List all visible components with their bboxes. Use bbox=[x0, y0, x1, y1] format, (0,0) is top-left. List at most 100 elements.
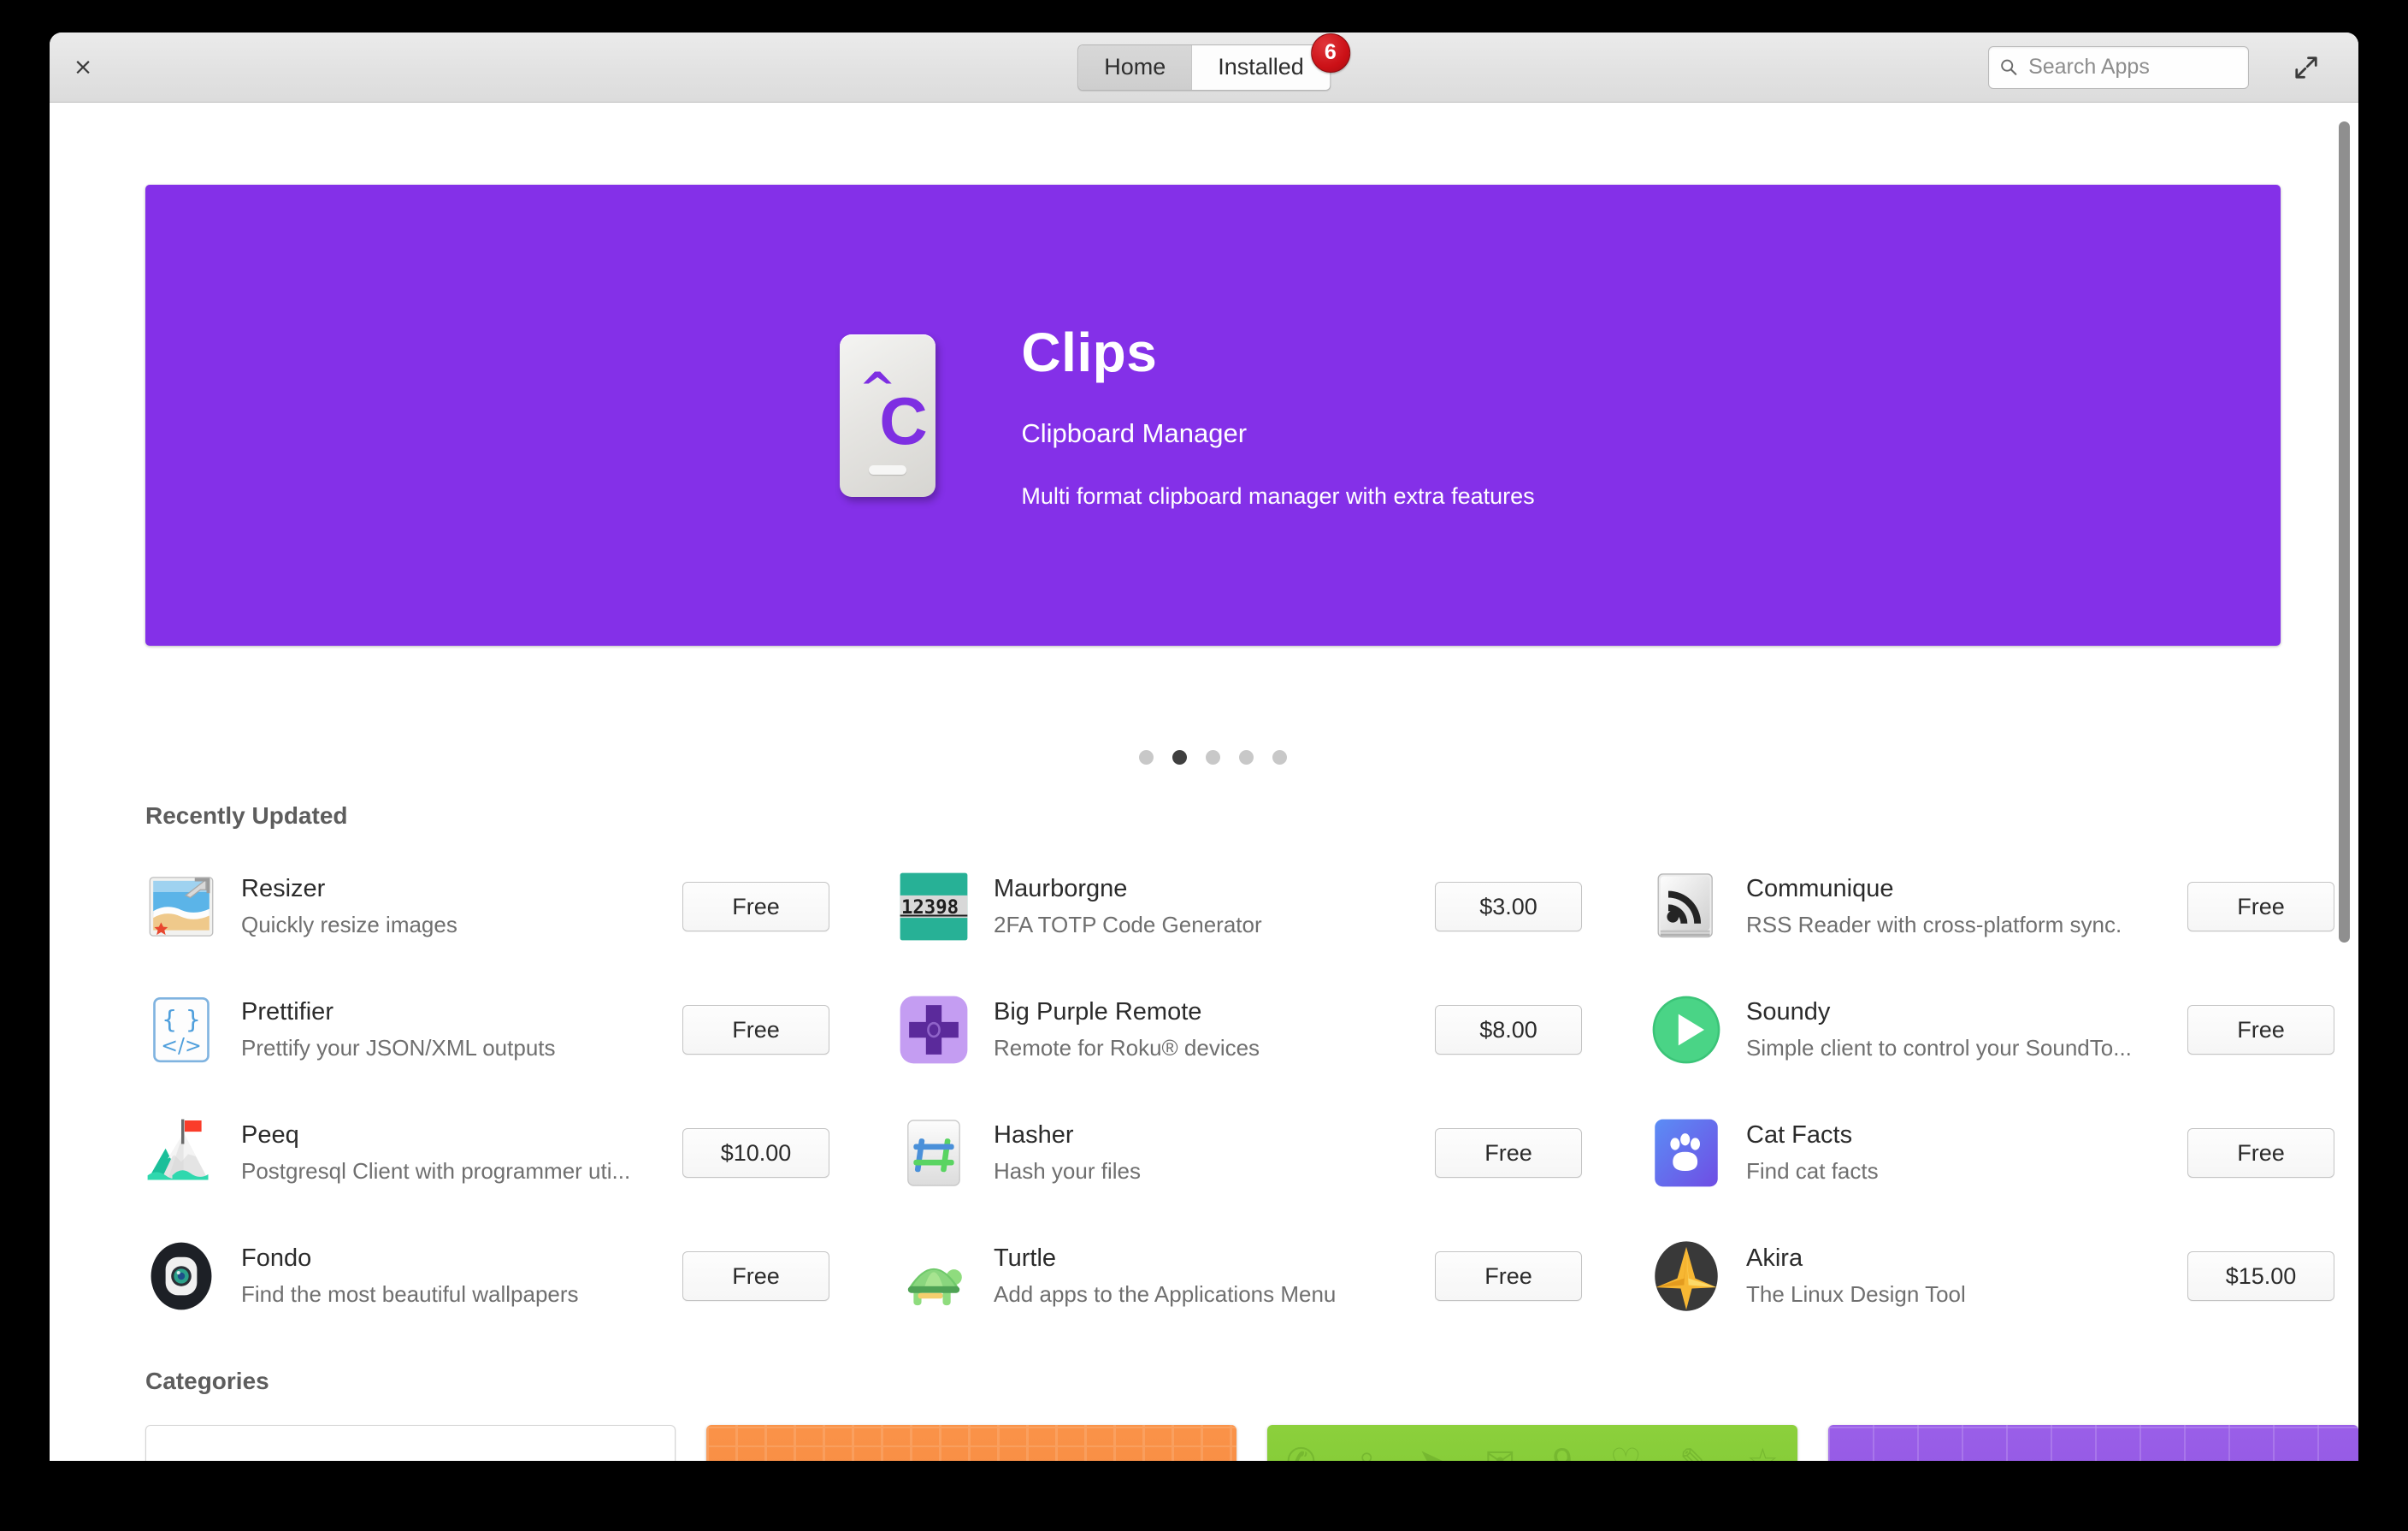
featured-app-text: Clips Clipboard Manager Multi format cli… bbox=[1021, 321, 1534, 510]
store-content-scroll-area: ^ C Clips Clipboard Manager Multi format… bbox=[50, 103, 2358, 1461]
app-list-item[interactable]: Big Purple Remote Remote for Roku® device… bbox=[898, 968, 1650, 1091]
app-name: Soundy bbox=[1746, 998, 2187, 1026]
app-action-button[interactable]: Free bbox=[682, 1005, 829, 1055]
carousel-dot-3[interactable] bbox=[1206, 750, 1220, 765]
app-action-button[interactable]: $15.00 bbox=[2187, 1251, 2334, 1301]
app-list-item[interactable]: AkiraThe Linux Design Tool$15.00 bbox=[1650, 1215, 2358, 1338]
categories-heading: Categories bbox=[145, 1368, 269, 1395]
hasher-icon bbox=[898, 1117, 970, 1189]
maurborgne-icon: 12398 bbox=[898, 871, 970, 943]
app-meta: PeeqPostgresql Client with programmer ut… bbox=[241, 1121, 682, 1185]
app-list-item[interactable]: Hasher Hash your files Free bbox=[898, 1091, 1650, 1215]
category-card-development[interactable]: Development bbox=[1828, 1425, 2358, 1461]
app-action-button[interactable]: Free bbox=[2187, 1005, 2334, 1055]
app-summary: Find the most beautiful wallpapers bbox=[241, 1281, 669, 1308]
audio-waveform-pattern bbox=[706, 1425, 1236, 1461]
maximize-window-button[interactable] bbox=[2287, 48, 2326, 87]
app-summary: Find cat facts bbox=[1746, 1158, 2174, 1185]
app-meta: Cat Facts Find cat facts bbox=[1746, 1121, 2187, 1185]
app-name: Cat Facts bbox=[1746, 1121, 2187, 1150]
app-list-item[interactable]: FondoFind the most beautiful wallpapersF… bbox=[145, 1215, 898, 1338]
clips-dash-glyph bbox=[869, 465, 906, 475]
app-list-item[interactable]: { } </> Prettifier Prettify your JSON/XML… bbox=[145, 968, 898, 1091]
app-name: Prettifier bbox=[241, 998, 682, 1026]
app-meta: AkiraThe Linux Design Tool bbox=[1746, 1244, 2187, 1308]
app-meta: Fondo Find the most beautiful wallpapers bbox=[241, 1244, 682, 1308]
app-summary: 2FA TOTP Code Generator bbox=[994, 912, 1421, 938]
clips-icon: ^ C bbox=[840, 334, 935, 497]
app-action-button[interactable]: Free bbox=[2187, 1128, 2334, 1178]
app-list-item[interactable]: Soundy Simple client to control your Soun… bbox=[1650, 968, 2358, 1091]
soundy-icon bbox=[1650, 994, 1722, 1066]
search-box[interactable] bbox=[1988, 46, 2249, 89]
search-input[interactable] bbox=[2027, 54, 2238, 80]
app-name: Communique bbox=[1746, 875, 2187, 903]
app-action-button[interactable]: Free bbox=[1435, 1251, 1582, 1301]
carousel-dot-2[interactable] bbox=[1172, 750, 1187, 765]
view-mode-switch: Home Installed 6 bbox=[1077, 44, 1331, 91]
app-summary: Quickly resize images bbox=[241, 912, 669, 938]
app-action-button[interactable]: Free bbox=[1435, 1128, 1582, 1178]
app-action-button[interactable]: $3.00 bbox=[1435, 882, 1582, 931]
app-list-item[interactable]: Communique RSS Reader with cross-platform… bbox=[1650, 845, 2358, 968]
featured-app-banner[interactable]: ^ C Clips Clipboard Manager Multi format… bbox=[145, 185, 2281, 646]
app-action-button[interactable]: Free bbox=[682, 882, 829, 931]
app-summary: Prettify your JSON/XML outputs bbox=[241, 1035, 669, 1061]
app-summary: Postgresql Client with programmer uti... bbox=[241, 1158, 669, 1185]
app-list-item[interactable]: 12398 Maurborgne2FA TOTP Code Generator$… bbox=[898, 845, 1650, 968]
development-grid-pattern bbox=[1828, 1425, 2358, 1461]
tab-home-label: Home bbox=[1104, 54, 1166, 80]
category-card-accessories[interactable]: Accessories bbox=[145, 1425, 676, 1461]
app-name: Turtle bbox=[994, 1244, 1435, 1273]
app-action-button[interactable]: Free bbox=[2187, 882, 2334, 931]
app-summary: Remote for Roku® devices bbox=[994, 1035, 1421, 1061]
maximize-icon bbox=[2293, 55, 2319, 80]
carousel-dot-1[interactable] bbox=[1139, 750, 1154, 765]
close-window-button[interactable]: × bbox=[67, 51, 99, 84]
prettifier-icon: { } </> bbox=[145, 994, 217, 1066]
app-meta: Maurborgne2FA TOTP Code Generator bbox=[994, 875, 1435, 938]
resizer-icon bbox=[145, 871, 217, 943]
tab-installed[interactable]: Installed 6 bbox=[1192, 45, 1330, 90]
cat-facts-icon bbox=[1650, 1117, 1722, 1189]
carousel-dot-5[interactable] bbox=[1272, 750, 1287, 765]
app-list-item[interactable]: Resizer Quickly resize images Free bbox=[145, 845, 898, 968]
app-list-item[interactable]: PeeqPostgresql Client with programmer ut… bbox=[145, 1091, 898, 1215]
app-summary: Simple client to control your SoundTo... bbox=[1746, 1035, 2174, 1061]
category-card-audio[interactable]: ♫Audio bbox=[706, 1425, 1236, 1461]
app-name: Fondo bbox=[241, 1244, 682, 1273]
carousel-dot-4[interactable] bbox=[1239, 750, 1254, 765]
category-card-communication[interactable]: ✆♀➤✉὞9♡✎☆✆♀➤✉὞9♡✎☆Communication bbox=[1267, 1425, 1797, 1461]
app-summary: Add apps to the Applications Menu bbox=[994, 1281, 1421, 1308]
recently-updated-heading: Recently Updated bbox=[145, 802, 348, 830]
app-list-item[interactable]: Cat Facts Find cat facts Free bbox=[1650, 1091, 2358, 1215]
app-meta: Resizer Quickly resize images bbox=[241, 875, 682, 938]
featured-app-title: Clips bbox=[1021, 321, 1534, 384]
app-action-button[interactable]: $8.00 bbox=[1435, 1005, 1582, 1055]
big-purple-remote-icon bbox=[898, 994, 970, 1066]
svg-text:</>: </> bbox=[161, 1033, 202, 1057]
communique-icon bbox=[1650, 871, 1722, 943]
tab-installed-label: Installed bbox=[1218, 54, 1304, 80]
peeq-icon bbox=[145, 1117, 217, 1189]
app-name: Hasher bbox=[994, 1121, 1435, 1150]
vertical-scrollbar[interactable] bbox=[2339, 121, 2350, 943]
carousel-dots bbox=[145, 750, 2281, 765]
app-summary: Hash your files bbox=[994, 1158, 1421, 1185]
app-name: Akira bbox=[1746, 1244, 2187, 1273]
tab-home[interactable]: Home bbox=[1078, 45, 1192, 90]
app-meta: Soundy Simple client to control your Soun… bbox=[1746, 998, 2187, 1061]
featured-app-summary: Clipboard Manager bbox=[1021, 418, 1534, 449]
search-icon bbox=[1999, 56, 2018, 78]
app-name: Big Purple Remote bbox=[994, 998, 1435, 1026]
app-action-button[interactable]: $10.00 bbox=[682, 1128, 829, 1178]
installed-count-badge: 6 bbox=[1311, 33, 1350, 73]
app-action-button[interactable]: Free bbox=[682, 1251, 829, 1301]
app-meta: Prettifier Prettify your JSON/XML outputs bbox=[241, 998, 682, 1061]
app-list-item[interactable]: Turtle Add apps to the Applications Menu F… bbox=[898, 1215, 1650, 1338]
communication-glyph-pattern: ✆♀➤✉὞9♡✎☆ bbox=[1267, 1440, 1797, 1461]
fondo-icon bbox=[145, 1240, 217, 1312]
app-summary: RSS Reader with cross-platform sync. bbox=[1746, 912, 2174, 938]
app-meta: Big Purple Remote Remote for Roku® device… bbox=[994, 998, 1435, 1061]
app-name: Resizer bbox=[241, 875, 682, 903]
